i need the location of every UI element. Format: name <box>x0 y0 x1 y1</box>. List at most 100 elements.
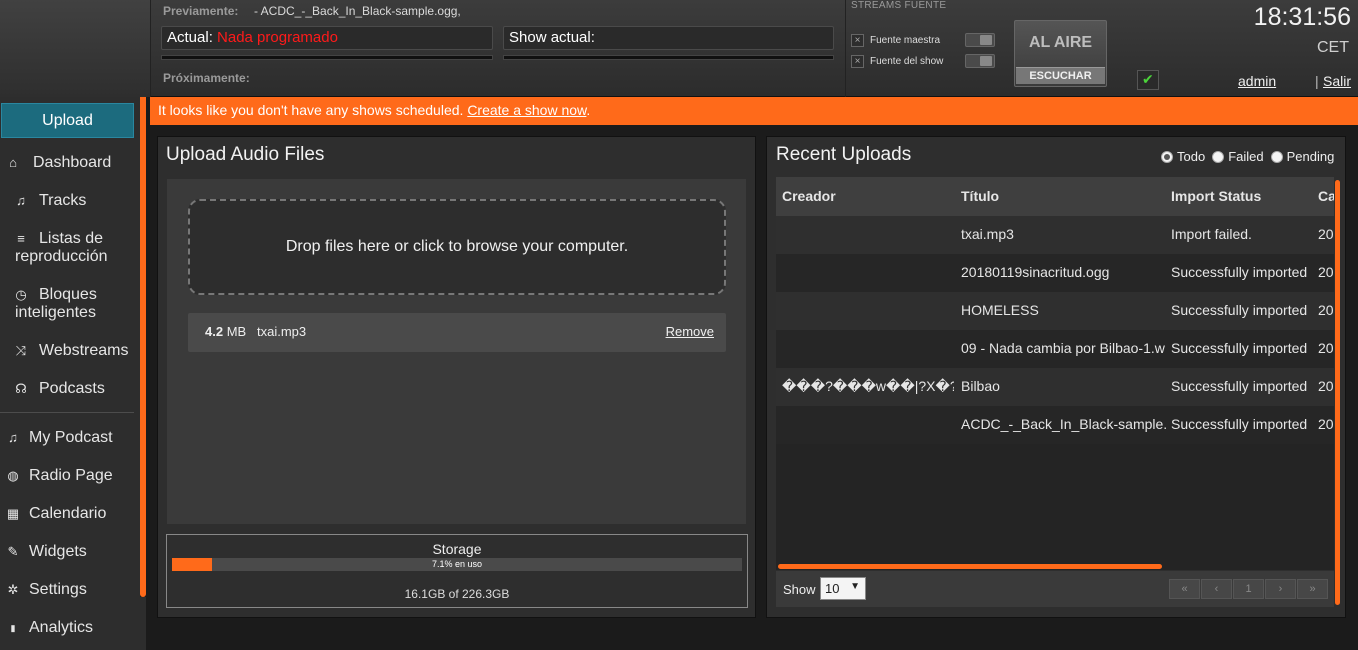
home-icon: ⌂ <box>9 155 17 170</box>
storage-percent: 7.1% en uso <box>431 559 483 569</box>
cell-status: Successfully imported <box>1171 302 1308 318</box>
cell-title: 09 - Nada cambia por Bilbao-1.w <box>961 340 1165 356</box>
music-icon: ♫ <box>8 430 18 445</box>
radio-icon <box>1270 150 1283 163</box>
col-creator[interactable]: Creador <box>782 188 836 204</box>
sidebar-item-analytics[interactable]: ▮ Analytics <box>0 619 140 639</box>
sidebar-item-my-podcast[interactable]: ♫ My Podcast <box>0 429 140 449</box>
previously-value: - ACDC_-_Back_In_Black-sample.ogg, <box>254 4 461 18</box>
upload-panel-title: Upload Audio Files <box>166 144 325 165</box>
cell-title: 20180119sinacritud.ogg <box>961 264 1110 280</box>
current-value: Nada programado <box>217 29 338 46</box>
sidebar-item-label: Tracks <box>39 192 87 209</box>
table-footer: Show 10 ▼ « ‹ 1 › » <box>776 571 1334 607</box>
cell-creator: ���?���w��|?X�? <box>782 378 954 394</box>
cell-status: Successfully imported <box>1171 416 1308 432</box>
gear-icon: ✲ <box>7 582 19 597</box>
sidebar-item-playlists[interactable]: ≡ Listas de reproducción <box>0 230 140 268</box>
storage-title: Storage <box>432 541 482 557</box>
table-row[interactable]: 20180119sinacritud.ogg Successfully impo… <box>776 254 1334 292</box>
current-show-box: Show actual: <box>503 26 834 50</box>
list-icon: ≡ <box>17 231 25 246</box>
table-row[interactable]: ���?���w��|?X�? Bilbao Successfully impo… <box>776 368 1334 406</box>
col-import-status[interactable]: Import Status <box>1171 188 1261 204</box>
music-icon: ♫ <box>16 193 26 208</box>
cell-date: 20 <box>1318 340 1334 356</box>
sidebar-item-label: Analytics <box>29 619 94 636</box>
filter-failed[interactable]: Failed <box>1212 149 1264 164</box>
page-size-label: Show <box>783 582 816 597</box>
current-show-label: Show actual: <box>509 29 595 46</box>
sidebar-item-label: Podcasts <box>39 380 105 397</box>
sidebar-item-label: Listas de <box>39 230 104 247</box>
show-source-label: Fuente del show <box>870 55 944 67</box>
previously-label: Previamente: <box>163 4 239 18</box>
sidebar-item-dashboard[interactable]: ⌂ Dashboard <box>0 154 140 174</box>
logo-area <box>0 0 150 97</box>
sidebar-item-smart-blocks[interactable]: ◷ Bloques inteligentes <box>0 286 140 324</box>
sidebar-item-label: Webstreams <box>39 342 129 359</box>
master-source-toggle[interactable] <box>965 33 995 47</box>
table-row[interactable]: 09 - Nada cambia por Bilbao-1.w Successf… <box>776 330 1334 368</box>
cell-title: HOMELESS <box>961 302 1039 318</box>
bar-chart-icon: ▮ <box>10 623 16 633</box>
banner-text: It looks like you don't have any shows s… <box>158 102 468 118</box>
show-source-toggle[interactable] <box>965 54 995 68</box>
sidebar-item-settings[interactable]: ✲ Settings <box>0 581 140 601</box>
sidebar-divider <box>0 412 134 413</box>
page-size-select[interactable]: 10 ▼ <box>820 577 866 600</box>
create-show-link[interactable]: Create a show now <box>467 102 586 118</box>
user-link[interactable]: admin <box>1238 73 1276 89</box>
master-source-kick-icon[interactable]: × <box>851 33 864 47</box>
cell-date: 20 <box>1318 302 1334 318</box>
table-vertical-scrollbar[interactable] <box>1335 180 1340 605</box>
top-header: Previamente: - ACDC_-_Back_In_Black-samp… <box>0 0 1358 97</box>
upload-filter: Todo Failed Pending <box>1161 149 1341 164</box>
sidebar: Upload ⌂ Dashboard ♫ Tracks ≡ Listas de … <box>0 97 140 650</box>
show-source-kick-icon[interactable]: × <box>851 54 864 68</box>
sidebar-item-webstreams[interactable]: ⤨ Webstreams <box>0 342 140 362</box>
show-source-row: × Fuente del show <box>851 53 943 69</box>
col-title[interactable]: Título <box>961 188 999 204</box>
recent-uploads-title: Recent Uploads <box>776 144 912 165</box>
headphones-icon: ☊ <box>15 381 27 396</box>
prev-page-button[interactable]: ‹ <box>1201 579 1232 599</box>
file-dropzone[interactable]: Drop files here or click to browse your … <box>188 199 726 295</box>
upload-button[interactable]: Upload <box>1 103 134 138</box>
storage-bar: 7.1% en uso <box>172 558 742 571</box>
on-air-label: AL AIRE <box>1028 34 1093 51</box>
listen-button[interactable]: ESCUCHAR <box>1016 67 1105 84</box>
table-horizontal-scrollbar[interactable] <box>778 564 1162 569</box>
next-label: Próximamente: <box>163 71 250 85</box>
sidebar-item-widgets[interactable]: ✎ Widgets <box>0 543 140 563</box>
sidebar-item-label: Dashboard <box>33 154 112 171</box>
filter-all[interactable]: Todo <box>1161 149 1205 164</box>
check-mark: ✔ <box>1142 72 1154 88</box>
cell-status: Import failed. <box>1171 226 1252 242</box>
cell-title: Bilbao <box>961 378 1000 394</box>
sidebar-item-calendar[interactable]: ▦ Calendario <box>0 505 140 525</box>
next-page-button[interactable]: › <box>1265 579 1296 599</box>
col-date[interactable]: Ca <box>1318 188 1334 204</box>
cell-title: ACDC_-_Back_In_Black-sample. <box>961 416 1168 432</box>
page-1-button[interactable]: 1 <box>1233 579 1264 599</box>
current-progress <box>161 55 493 60</box>
sidebar-item-tracks[interactable]: ♫ Tracks <box>0 192 140 212</box>
cell-date: 20 <box>1318 226 1334 242</box>
logout-link[interactable]: Salir <box>1323 73 1351 89</box>
table-row[interactable]: txai.mp3 Import failed. 20 <box>776 216 1334 254</box>
cell-title: txai.mp3 <box>961 226 1014 242</box>
timezone: CET <box>1317 39 1349 56</box>
table-row[interactable]: ACDC_-_Back_In_Black-sample. Successfull… <box>776 406 1334 444</box>
last-page-button[interactable]: » <box>1297 579 1328 599</box>
radio-icon <box>1161 150 1173 163</box>
table-row[interactable]: HOMELESS Successfully imported 20 <box>776 292 1334 330</box>
filter-pending[interactable]: Pending <box>1270 149 1334 164</box>
remove-file-link[interactable]: Remove <box>666 324 714 339</box>
sidebar-item-podcasts[interactable]: ☊ Podcasts <box>0 380 140 400</box>
first-page-button[interactable]: « <box>1169 579 1200 599</box>
sidebar-item-radio-page[interactable]: ◍ Radio Page <box>0 467 140 487</box>
master-source-label: Fuente maestra <box>870 34 941 46</box>
file-size: 4.2 MB <box>205 324 247 339</box>
cell-status: Successfully imported <box>1171 340 1308 356</box>
